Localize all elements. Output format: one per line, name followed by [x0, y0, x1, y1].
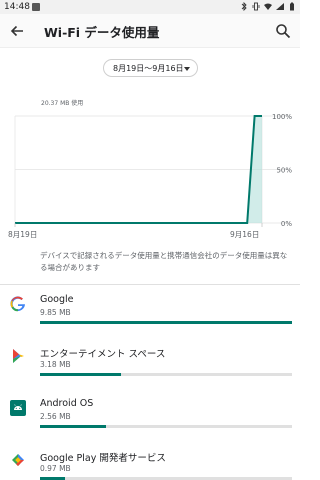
vibrate-icon [252, 2, 260, 11]
app-name: エンターテイメント スペース [40, 349, 166, 360]
chevron-down-icon [184, 67, 190, 71]
app-data-size: 2.56 MB [40, 412, 71, 421]
page-title: Wi-Fi データ使用量 [44, 25, 160, 40]
app-name: Android OS [40, 398, 94, 409]
date-range-selector[interactable]: 8月19日～9月16日 [103, 59, 198, 77]
usage-bar-fill [40, 321, 292, 324]
signal-icon [276, 3, 284, 10]
divider [0, 284, 300, 285]
google-g-icon [10, 296, 26, 312]
play-services-icon [10, 452, 26, 468]
battery-icon [290, 2, 294, 11]
search-icon[interactable] [274, 22, 292, 40]
y-tick-label: 0% [281, 220, 292, 228]
status-icons [240, 2, 296, 11]
y-tick-label: 50% [276, 167, 292, 175]
app-name: Google Play 開発者サービス [40, 453, 166, 464]
date-range-label: 8月19日～9月16日 [113, 64, 184, 73]
usage-bar-track [40, 425, 292, 428]
app-usage-row[interactable]: エンターテイメント スペース 3.18 MB [0, 340, 300, 392]
app-data-size: 3.18 MB [40, 360, 71, 369]
chart-total-label: 20.37 MB 使用 [41, 100, 84, 107]
usage-bar-track [40, 321, 292, 324]
usage-chart: 20.37 MB 使用 100% 50% 0% 8月19日 9月16日 [0, 90, 300, 250]
app-usage-row[interactable]: Android OS 2.56 MB [0, 392, 300, 444]
app-data-size: 0.97 MB [40, 464, 71, 473]
app-data-size: 9.85 MB [40, 308, 71, 317]
entertainment-space-icon [10, 348, 26, 364]
status-time: 14:48 [4, 2, 30, 12]
status-bar: 14:48 [0, 0, 300, 14]
usage-bar-track [40, 373, 292, 376]
usage-notice: デバイスで記録されるデータ使用量と携帯通信会社のデータ使用量は異なる場合がありま… [40, 251, 288, 272]
wifi-icon [264, 3, 272, 10]
usage-bar-fill [40, 425, 106, 428]
x-tick-label: 8月19日 [8, 230, 37, 239]
android-icon [10, 400, 26, 416]
usage-bar-fill [40, 373, 121, 376]
chart-canvas: 100% 50% 0% 8月19日 9月16日 [8, 113, 292, 239]
app-usage-row[interactable]: Google 9.85 MB [0, 288, 300, 340]
y-tick-label: 100% [272, 113, 292, 121]
arrow-back-icon[interactable] [8, 22, 26, 40]
bluetooth-icon [241, 2, 247, 11]
app-bar: Wi-Fi データ使用量 [0, 14, 300, 48]
x-tick-label: 9月16日 [230, 230, 259, 239]
app-usage-row[interactable]: Google Play 開発者サービス 0.97 MB [0, 444, 300, 480]
app-name: Google [40, 294, 74, 305]
notification-icon [32, 3, 40, 11]
